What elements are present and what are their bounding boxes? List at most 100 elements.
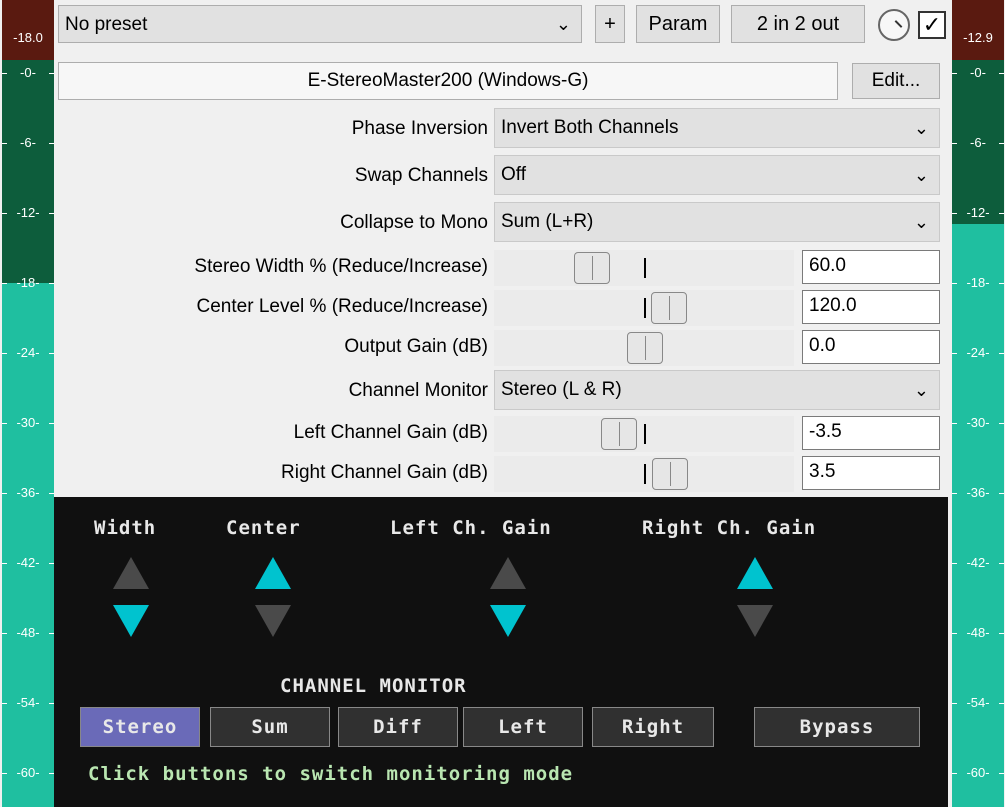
meter-scale-tick: -60- bbox=[2, 765, 54, 780]
meter-scale-tick: -42- bbox=[952, 555, 1004, 570]
right-gain-up-arrow-icon bbox=[737, 557, 773, 589]
left-gain-header: Left Ch. Gain bbox=[390, 517, 552, 539]
param-label: Right Channel Gain (dB) bbox=[281, 462, 488, 483]
param-row-right-gain: Right Channel Gain (dB) 3.5 bbox=[58, 456, 940, 492]
slider-center-mark bbox=[644, 424, 646, 444]
preset-value: No preset bbox=[65, 14, 148, 35]
custom-gui-panel: Width Center Left Ch. Gain Right Ch. Gai… bbox=[54, 497, 948, 807]
monitor-left-button[interactable]: Left bbox=[463, 707, 583, 747]
stereo-width-slider[interactable] bbox=[494, 250, 794, 286]
param-label: Channel Monitor bbox=[348, 380, 488, 401]
width-down-arrow-icon bbox=[113, 605, 149, 637]
swap-channels-dropdown[interactable]: Off ⌄ bbox=[494, 155, 940, 195]
param-row-channel-monitor: Channel Monitor Stereo (L & R) ⌄ bbox=[58, 370, 940, 410]
center-level-input[interactable]: 120.0 bbox=[802, 290, 940, 324]
chevron-down-icon: ⌄ bbox=[913, 165, 929, 185]
meter-scale-tick: -12- bbox=[2, 205, 54, 220]
param-label: Stereo Width % (Reduce/Increase) bbox=[194, 256, 488, 277]
monitor-diff-button[interactable]: Diff bbox=[338, 707, 458, 747]
left-gain-up-arrow-icon bbox=[490, 557, 526, 589]
slider-thumb[interactable] bbox=[652, 458, 688, 490]
meter-scale-tick: -42- bbox=[2, 555, 54, 570]
center-up-arrow-icon bbox=[255, 557, 291, 589]
meter-scale-tick: -6- bbox=[952, 135, 1004, 150]
param-label: Center Level % (Reduce/Increase) bbox=[196, 296, 488, 317]
left-gain-slider[interactable] bbox=[494, 416, 794, 452]
channel-monitor-title: CHANNEL MONITOR bbox=[280, 675, 467, 697]
monitor-right-button[interactable]: Right bbox=[592, 707, 714, 747]
width-up-arrow-icon bbox=[113, 557, 149, 589]
center-level-slider[interactable] bbox=[494, 290, 794, 326]
width-header: Width bbox=[94, 517, 157, 539]
phase-inversion-dropdown[interactable]: Invert Both Channels ⌄ bbox=[494, 108, 940, 148]
preset-dropdown[interactable]: No preset ⌄ bbox=[58, 5, 582, 43]
output-gain-input[interactable]: 0.0 bbox=[802, 330, 940, 364]
center-header: Center bbox=[226, 517, 301, 539]
param-label: Output Gain (dB) bbox=[344, 336, 488, 357]
right-gain-slider[interactable] bbox=[494, 456, 794, 492]
right-gain-input[interactable]: 3.5 bbox=[802, 456, 940, 490]
add-preset-button[interactable]: + bbox=[595, 5, 625, 43]
param-label: Swap Channels bbox=[354, 165, 488, 186]
left-gain-down-arrow-icon bbox=[490, 605, 526, 637]
meter-scale-tick: -6- bbox=[2, 135, 54, 150]
meter-scale-tick: -48- bbox=[952, 625, 1004, 640]
right-level-meter: -12.9 -0- -6- -12- -18- -24- -30- -36- -42- -48-… bbox=[952, 0, 1004, 807]
edit-button[interactable]: Edit... bbox=[852, 63, 940, 99]
io-routing-button[interactable]: 2 in 2 out bbox=[731, 5, 865, 43]
meter-scale-tick: -18- bbox=[2, 275, 54, 290]
slider-thumb[interactable] bbox=[651, 292, 687, 324]
slider-thumb[interactable] bbox=[574, 252, 610, 284]
collapse-mono-dropdown[interactable]: Sum (L+R) ⌄ bbox=[494, 202, 940, 242]
slider-center-mark bbox=[644, 464, 646, 484]
enable-checkbox[interactable]: ✓ bbox=[918, 11, 946, 39]
channel-monitor-dropdown[interactable]: Stereo (L & R) ⌄ bbox=[494, 370, 940, 410]
param-label: Collapse to Mono bbox=[340, 212, 488, 233]
param-row-stereo-width: Stereo Width % (Reduce/Increase) 60.0 bbox=[58, 250, 940, 286]
meter-scale-tick: -36- bbox=[2, 485, 54, 500]
bypass-button[interactable]: Bypass bbox=[754, 707, 920, 747]
param-row-collapse-mono: Collapse to Mono Sum (L+R) ⌄ bbox=[58, 202, 940, 242]
output-gain-slider[interactable] bbox=[494, 330, 794, 366]
meter-level-fill bbox=[952, 223, 1004, 807]
meter-scale-tick: -18- bbox=[952, 275, 1004, 290]
stereo-width-input[interactable]: 60.0 bbox=[802, 250, 940, 284]
meter-scale-tick: -24- bbox=[2, 345, 54, 360]
meter-scale-tick: -60- bbox=[952, 765, 1004, 780]
param-row-output-gain: Output Gain (dB) 0.0 bbox=[58, 330, 940, 366]
meter-scale-tick: -54- bbox=[952, 695, 1004, 710]
chevron-down-icon: ⌄ bbox=[555, 14, 571, 34]
left-gain-input[interactable]: -3.5 bbox=[802, 416, 940, 450]
param-row-center-level: Center Level % (Reduce/Increase) 120.0 bbox=[58, 290, 940, 326]
meter-scale-tick: -12- bbox=[952, 205, 1004, 220]
meter-scale-tick: -0- bbox=[2, 65, 54, 80]
fx-toolbar: No preset ⌄ + Param 2 in 2 out ✓ bbox=[58, 5, 948, 45]
meter-scale-tick: -30- bbox=[2, 415, 54, 430]
plugin-name: E-StereoMaster200 (Windows-G) bbox=[58, 62, 838, 100]
left-level-meter: -18.0 -0- -6- -12- -18- -24- -30- -36- -42- -48-… bbox=[2, 0, 54, 807]
chevron-down-icon: ⌄ bbox=[913, 212, 929, 232]
meter-scale-tick: -0- bbox=[952, 65, 1004, 80]
wet-dry-knob[interactable] bbox=[878, 9, 910, 41]
center-down-arrow-icon bbox=[255, 605, 291, 637]
monitor-sum-button[interactable]: Sum bbox=[210, 707, 330, 747]
peak-readout[interactable]: -12.9 bbox=[952, 0, 1004, 60]
param-row-swap-channels: Swap Channels Off ⌄ bbox=[58, 155, 940, 195]
chevron-down-icon: ⌄ bbox=[913, 118, 929, 138]
meter-level-fill bbox=[2, 283, 54, 807]
slider-center-mark bbox=[644, 298, 646, 318]
monitor-stereo-button[interactable]: Stereo bbox=[80, 707, 200, 747]
slider-thumb[interactable] bbox=[627, 332, 663, 364]
peak-readout[interactable]: -18.0 bbox=[2, 0, 54, 60]
param-button[interactable]: Param bbox=[636, 5, 720, 43]
param-label: Left Channel Gain (dB) bbox=[293, 422, 488, 443]
right-gain-down-arrow-icon bbox=[737, 605, 773, 637]
param-row-phase-inversion: Phase Inversion Invert Both Channels ⌄ bbox=[58, 108, 940, 148]
param-row-left-gain: Left Channel Gain (dB) -3.5 bbox=[58, 416, 940, 452]
meter-scale-tick: -30- bbox=[952, 415, 1004, 430]
monitor-hint-text: Click buttons to switch monitoring mode bbox=[88, 763, 574, 785]
slider-thumb[interactable] bbox=[601, 418, 637, 450]
param-label: Phase Inversion bbox=[351, 118, 488, 139]
meter-scale-tick: -24- bbox=[952, 345, 1004, 360]
meter-scale-tick: -48- bbox=[2, 625, 54, 640]
